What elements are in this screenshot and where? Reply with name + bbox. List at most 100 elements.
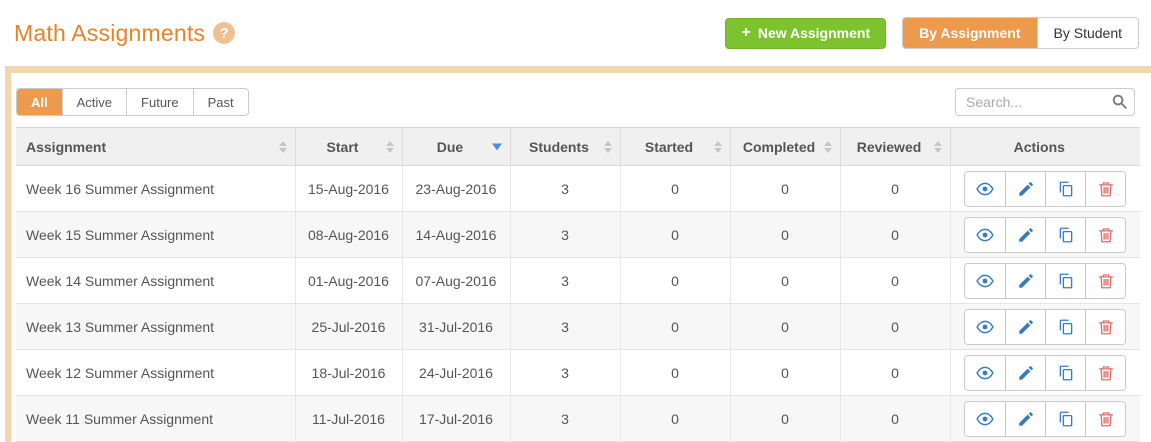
actions-cell — [949, 165, 1140, 212]
filter-future[interactable]: Future — [126, 89, 193, 115]
help-icon[interactable]: ? — [213, 22, 236, 44]
pencil-icon — [1019, 411, 1033, 426]
column-header-reviewed[interactable]: Reviewed — [839, 127, 950, 166]
new-assignment-button[interactable]: + New Assignment — [725, 17, 887, 49]
view-button[interactable] — [965, 355, 1006, 390]
table-row: Week 16 Summer Assignment 15-Aug-2016 23… — [16, 165, 1140, 212]
row-actions — [964, 308, 1127, 345]
column-header-assignment[interactable]: Assignment — [16, 127, 295, 166]
copy-button[interactable] — [1045, 171, 1086, 206]
table-row: Week 15 Summer Assignment 08-Aug-2016 14… — [16, 211, 1140, 258]
sort-icon — [385, 140, 394, 153]
eye-icon — [976, 228, 994, 241]
delete-button[interactable] — [1085, 309, 1126, 344]
reviewed-count: 0 — [839, 349, 950, 396]
copy-icon — [1059, 273, 1073, 288]
table-row: Week 11 Summer Assignment 11-Jul-2016 17… — [16, 395, 1140, 442]
edit-button[interactable] — [1005, 263, 1046, 298]
reviewed-count: 0 — [839, 211, 950, 258]
started-count: 0 — [619, 211, 730, 258]
filter-all[interactable]: All — [17, 89, 62, 115]
toolbar: All Active Future Past — [16, 88, 1135, 116]
row-actions — [964, 400, 1127, 437]
eye-icon — [976, 320, 994, 333]
table-header-row: Assignment Start Due Students Started Co… — [16, 127, 1140, 166]
delete-button[interactable] — [1085, 217, 1126, 252]
reviewed-count: 0 — [839, 257, 950, 304]
copy-button[interactable] — [1045, 309, 1086, 344]
sort-icon — [713, 140, 722, 153]
started-count: 0 — [619, 395, 730, 442]
search-input[interactable] — [955, 88, 1135, 116]
reviewed-count: 0 — [839, 395, 950, 442]
toggle-by-student[interactable]: By Student — [1036, 18, 1138, 48]
copy-button[interactable] — [1045, 263, 1086, 298]
reviewed-count: 0 — [839, 303, 950, 350]
filter-tabs: All Active Future Past — [16, 88, 249, 116]
students-count: 3 — [509, 165, 620, 212]
table-row: Week 13 Summer Assignment 25-Jul-2016 31… — [16, 303, 1140, 350]
row-actions — [964, 262, 1127, 299]
started-count: 0 — [619, 165, 730, 212]
edit-button[interactable] — [1005, 355, 1046, 390]
new-assignment-label: New Assignment — [757, 25, 871, 41]
due-date: 31-Jul-2016 — [401, 303, 510, 350]
copy-button[interactable] — [1045, 217, 1086, 252]
view-button[interactable] — [965, 217, 1006, 252]
row-actions — [964, 216, 1127, 253]
students-count: 3 — [509, 211, 620, 258]
assignment-name: Week 14 Summer Assignment — [16, 257, 295, 304]
actions-cell — [949, 303, 1140, 350]
edit-button[interactable] — [1005, 309, 1046, 344]
copy-icon — [1059, 227, 1073, 242]
copy-icon — [1059, 411, 1073, 426]
pencil-icon — [1019, 319, 1033, 334]
column-header-start[interactable]: Start — [294, 127, 402, 166]
filter-active[interactable]: Active — [61, 89, 127, 115]
students-count: 3 — [509, 303, 620, 350]
search-box — [955, 88, 1135, 116]
top-bar: Math Assignments ? + New Assignment By A… — [0, 0, 1151, 66]
column-header-completed[interactable]: Completed — [729, 127, 840, 166]
eye-icon — [976, 412, 994, 425]
start-date: 11-Jul-2016 — [294, 395, 402, 442]
start-date: 15-Aug-2016 — [294, 165, 402, 212]
column-header-students[interactable]: Students — [509, 127, 620, 166]
view-button[interactable] — [965, 263, 1006, 298]
view-button[interactable] — [965, 309, 1006, 344]
start-date: 08-Aug-2016 — [294, 211, 402, 258]
view-button[interactable] — [965, 171, 1006, 206]
sort-icon — [823, 140, 832, 153]
completed-count: 0 — [729, 165, 840, 212]
due-date: 24-Jul-2016 — [401, 349, 510, 396]
column-header-due[interactable]: Due — [401, 127, 510, 166]
copy-button[interactable] — [1045, 355, 1086, 390]
edit-button[interactable] — [1005, 217, 1046, 252]
eye-icon — [976, 182, 994, 195]
started-count: 0 — [619, 349, 730, 396]
assignment-name: Week 13 Summer Assignment — [16, 303, 295, 350]
assignments-panel: All Active Future Past Assignment S — [5, 66, 1151, 442]
delete-button[interactable] — [1085, 401, 1126, 436]
filter-past[interactable]: Past — [192, 89, 248, 115]
edit-button[interactable] — [1005, 401, 1046, 436]
edit-button[interactable] — [1005, 171, 1046, 206]
start-date: 18-Jul-2016 — [294, 349, 402, 396]
column-header-started[interactable]: Started — [619, 127, 730, 166]
copy-icon — [1059, 365, 1073, 380]
delete-button[interactable] — [1085, 171, 1126, 206]
completed-count: 0 — [729, 211, 840, 258]
students-count: 3 — [509, 395, 620, 442]
delete-button[interactable] — [1085, 355, 1126, 390]
plus-icon: + — [741, 24, 751, 41]
trash-icon — [1098, 319, 1113, 334]
delete-button[interactable] — [1085, 263, 1126, 298]
pencil-icon — [1019, 273, 1033, 288]
started-count: 0 — [619, 303, 730, 350]
page-title: Math Assignments — [14, 19, 206, 46]
due-date: 23-Aug-2016 — [401, 165, 510, 212]
copy-button[interactable] — [1045, 401, 1086, 436]
completed-count: 0 — [729, 303, 840, 350]
view-button[interactable] — [965, 401, 1006, 436]
toggle-by-assignment[interactable]: By Assignment — [903, 18, 1037, 48]
